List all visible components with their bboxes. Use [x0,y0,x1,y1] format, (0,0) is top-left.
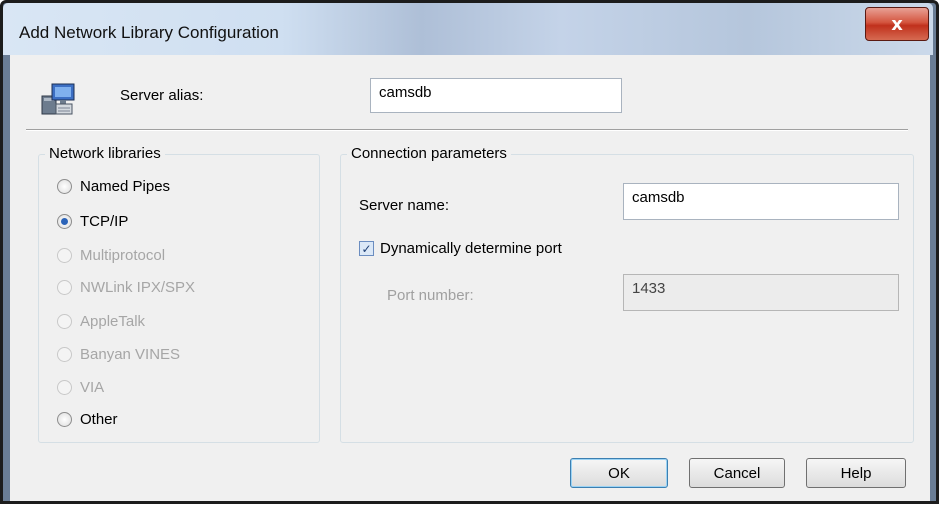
dialog-client-area: Server alias: camsdb Network libraries N… [10,55,930,501]
connection-parameters-group: Connection parameters Server name: camsd… [340,145,914,443]
radio-banyan-vines[interactable]: Banyan VINES [57,346,180,363]
radio-circle [57,280,72,295]
window-title: Add Network Library Configuration [19,23,279,42]
network-libraries-legend: Network libraries [45,145,165,162]
radio-multiprotocol[interactable]: Multiprotocol [57,247,165,264]
close-icon: x [891,13,903,35]
radio-label: VIA [80,379,105,396]
server-alias-input[interactable]: camsdb [370,78,622,113]
dynamic-port-checkbox[interactable]: ✓ Dynamically determine port [359,240,562,257]
port-number-label: Port number: [387,287,474,304]
radio-label: AppleTalk [80,313,146,330]
radio-circle [57,179,72,194]
radio-named-pipes[interactable]: Named Pipes [57,178,170,195]
radio-circle [57,380,72,395]
radio-tcp-ip[interactable]: TCP/IP [57,213,128,230]
radio-via[interactable]: VIA [57,379,104,396]
separator [26,129,908,131]
title-bar[interactable]: Add Network Library Configuration x [3,3,933,55]
help-button[interactable]: Help [806,458,906,488]
radio-label: NWLink IPX/SPX [80,279,196,296]
radio-label: Multiprotocol [80,247,166,264]
server-name-input[interactable]: camsdb [623,183,899,220]
radio-circle [57,314,72,329]
radio-nwlink-ipx-spx[interactable]: NWLink IPX/SPX [57,279,195,296]
connection-parameters-legend: Connection parameters [347,145,511,162]
radio-label: Named Pipes [80,178,171,195]
port-number-input[interactable]: 1433 [623,274,899,311]
radio-label: Banyan VINES [80,346,181,363]
close-button[interactable]: x [865,7,929,41]
radio-label: Other [80,411,118,428]
cancel-button[interactable]: Cancel [689,458,785,488]
dynamic-port-label: Dynamically determine port [380,240,562,257]
radio-circle-checked [57,214,72,229]
network-libraries-group: Network libraries Named Pipes TCP/IP Mul… [38,145,320,443]
radio-appletalk[interactable]: AppleTalk [57,313,145,330]
radio-label: TCP/IP [80,213,129,230]
network-computers-icon [40,82,78,118]
server-alias-label: Server alias: [120,87,204,104]
radio-circle [57,248,72,263]
radio-other[interactable]: Other [57,411,118,428]
ok-button[interactable]: OK [570,458,668,488]
radio-circle [57,347,72,362]
server-name-label: Server name: [359,197,450,214]
radio-circle [57,412,72,427]
checkmark-icon: ✓ [359,241,374,256]
